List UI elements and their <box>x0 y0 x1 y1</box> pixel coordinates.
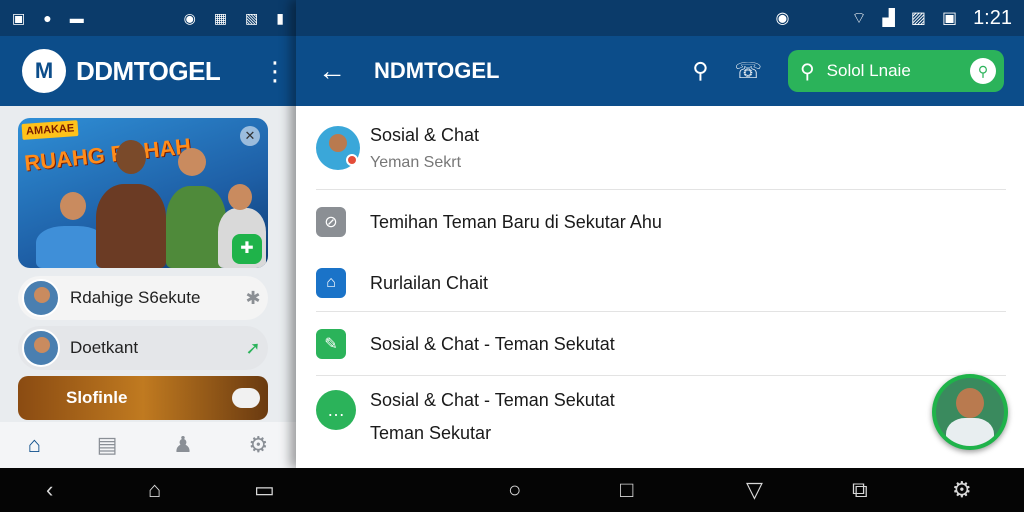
right-status-bar: ◉ ⌔ ▟ ▨ ▣ 1:21 <box>296 0 1024 36</box>
circle-icon[interactable]: ○ <box>508 478 521 502</box>
recents-icon[interactable]: ▭ <box>254 478 275 502</box>
mic-icon: ◉ <box>775 10 790 27</box>
banner-person-head <box>116 140 146 174</box>
item-sublabel: Teman Sekutar <box>370 423 492 443</box>
pin-icon[interactable]: ✱ <box>238 288 268 309</box>
battery-icon: ▮ <box>276 9 284 26</box>
clock-icon: ◉ <box>183 9 196 26</box>
list-card[interactable]: Rdahige S6ekute ✱ <box>18 276 268 320</box>
edit-icon: ✎ <box>316 329 346 359</box>
no-signal-icon: ▨ <box>910 10 926 27</box>
item-label: Sosial & Chat - Teman Sekutat <box>370 333 615 354</box>
list-item[interactable]: ✎ Sosial & Chat - Teman Sekutat <box>296 312 1024 376</box>
card-label: Doetkant <box>70 338 139 357</box>
chat-bubble-icon: … <box>316 390 356 430</box>
promo-banner[interactable]: AMAKAE RUAHG ROHAH ✕ ✚ <box>18 118 268 268</box>
mail-icon: ▬ <box>69 10 84 26</box>
banner-person-head <box>178 148 206 176</box>
banner-person-head <box>60 192 86 220</box>
pin-icon: ● <box>43 10 52 26</box>
page-title: NDMTOGEL <box>374 58 500 83</box>
left-tab-bar: ⌂ ▤ ♟ ⚙ <box>0 422 296 468</box>
home-icon[interactable]: ⌂ <box>28 432 41 458</box>
list-card[interactable]: Doetkant ➚ <box>18 326 268 370</box>
status-badge <box>346 154 358 166</box>
list-item[interactable]: ⊘ Temihan Teman Baru di Sekutar Ahu <box>296 190 1024 254</box>
search-icon: ⚲ <box>800 60 815 83</box>
card-label: Rdahige S6ekute <box>70 288 201 307</box>
photo-icon: ▣ <box>941 10 958 27</box>
settings-icon[interactable]: ⚙ <box>952 478 972 502</box>
item-label: Sosial & Chat <box>370 124 480 145</box>
bag-icon[interactable]: ▤ <box>97 432 118 458</box>
list-item[interactable]: … Sosial & Chat - Teman Sekutat Teman Se… <box>296 376 1024 466</box>
avatar <box>22 279 60 317</box>
search-submit-icon[interactable]: ⚲ <box>970 58 996 84</box>
app-title: DDMTOGEL <box>76 55 221 86</box>
no-link-icon: ⊘ <box>316 207 346 237</box>
chat-list: Sosial & Chat Yeman Sekrt ⊘ Temihan Tema… <box>296 106 1024 466</box>
banner-tag: AMAKAE <box>21 120 79 140</box>
screen: ▣ ● ▬ ◉ ▦ ▧ ▮ M DDMTOGEL ⋮ AMAKAE RUAHG … <box>0 0 1024 512</box>
list-item[interactable]: Sosial & Chat Yeman Sekrt <box>296 106 1024 190</box>
system-nav-bar: ‹ ⌂ ▭ ○ □ ▽ ⧉ ⚙ <box>0 468 1024 512</box>
item-label: Temihan Teman Baru di Sekutar Ahu <box>370 211 662 232</box>
tabs-icon[interactable]: ⧉ <box>852 478 868 502</box>
item-label: Rurlailan Chait <box>370 272 489 293</box>
toggle-icon[interactable] <box>232 388 260 408</box>
right-app-bar: ← NDMTOGEL ⚲ ☏ ⚲ Solol Lnaie ⚲ <box>296 36 1024 106</box>
close-icon[interactable]: ✕ <box>240 126 260 146</box>
calendar-icon: ▦ <box>213 9 228 26</box>
more-menu-icon[interactable]: ⋮ <box>262 56 288 87</box>
banner-person-head <box>228 184 252 210</box>
banner-action-icon[interactable]: ✚ <box>232 234 262 264</box>
list-card[interactable]: Slofinle <box>18 376 268 420</box>
signal-icon: ▟ <box>882 10 895 27</box>
list-item[interactable]: ⌂ Rurlailan Chait <box>296 254 1024 312</box>
banner-person <box>96 184 166 268</box>
call-icon[interactable]: ☏ <box>734 58 762 84</box>
banner-headline: RUAHG ROHAH <box>23 133 193 176</box>
right-app-panel: ◉ ⌔ ▟ ▨ ▣ 1:21 ← NDMTOGEL ⚲ ☏ ⚲ Solol Ln… <box>296 0 1024 468</box>
item-label: Sosial & Chat - Teman Sekutat <box>370 390 615 410</box>
left-status-bar: ▣ ● ▬ ◉ ▦ ▧ ▮ <box>0 0 296 36</box>
app-logo: M <box>22 49 66 93</box>
home-icon[interactable]: ⌂ <box>148 478 161 502</box>
back-icon[interactable]: ‹ <box>46 478 53 502</box>
share-icon[interactable]: ➚ <box>238 338 268 359</box>
banner-person <box>166 186 226 268</box>
left-app-bar: M DDMTOGEL ⋮ <box>0 36 296 106</box>
status-time: 1:21 <box>973 6 1012 29</box>
chat-bookmark-icon: ⌂ <box>316 268 346 298</box>
avatar <box>936 378 1004 446</box>
back-arrow-icon[interactable]: ← <box>318 55 352 87</box>
image-icon: ▧ <box>245 9 259 26</box>
person-icon[interactable]: ♟ <box>173 432 193 458</box>
app-icon: ▣ <box>12 9 26 26</box>
avatar <box>22 329 60 367</box>
left-app-panel: ▣ ● ▬ ◉ ▦ ▧ ▮ M DDMTOGEL ⋮ AMAKAE RUAHG … <box>0 0 296 468</box>
search-icon[interactable]: ⚲ <box>692 58 708 84</box>
search-placeholder: Solol Lnaie <box>826 61 911 80</box>
search-input[interactable]: ⚲ Solol Lnaie ⚲ <box>788 50 1004 92</box>
settings-icon[interactable]: ⚙ <box>248 432 268 458</box>
square-icon[interactable]: □ <box>620 478 633 502</box>
wifi-icon: ⌔ <box>851 10 867 27</box>
item-sublabel: Yeman Sekrt <box>370 153 462 171</box>
profile-fab[interactable] <box>932 374 1008 450</box>
triangle-icon[interactable]: ▽ <box>746 478 763 502</box>
